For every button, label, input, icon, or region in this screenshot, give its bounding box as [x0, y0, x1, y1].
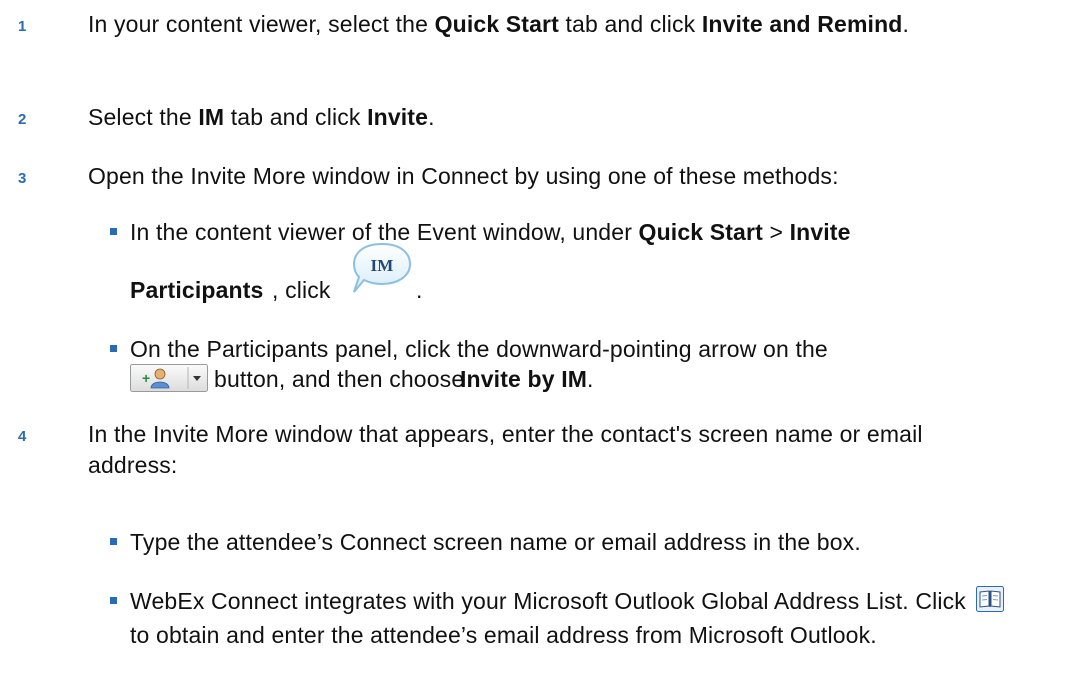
- bullet-text: On the Participants panel, click the dow…: [130, 336, 828, 362]
- bullet-marker: [110, 597, 117, 604]
- add-participant-split-button[interactable]: +: [130, 364, 208, 392]
- step-text: In the Invite More window that appears, …: [88, 421, 923, 478]
- step-number: 3: [18, 170, 27, 187]
- document-page: { "steps": [ { "number": "1", "t1": "In …: [0, 0, 1069, 687]
- step-number: 1: [18, 18, 27, 35]
- step-number: 2: [18, 111, 27, 128]
- svg-text:IM: IM: [371, 256, 394, 275]
- bullet-text: WebEx Connect integrates with your Micro…: [130, 586, 1030, 651]
- click-text: , click: [272, 277, 331, 303]
- bullet-line-with-icon: Participants, click IM .: [130, 242, 1050, 320]
- step-text: In your content viewer, select the Quick…: [88, 11, 910, 37]
- bullet-text: In the content viewer of the Event windo…: [130, 219, 851, 245]
- im-chat-bubble-icon[interactable]: IM: [350, 240, 414, 306]
- bullet-text: Type the attendee’s Connect screen name …: [130, 529, 861, 555]
- bullet-marker: [110, 538, 117, 545]
- step-text: Open the Invite More window in Connect b…: [88, 163, 839, 189]
- bullet-line-with-button-tail: Invite by IM.: [460, 366, 594, 392]
- bullet-marker: [110, 345, 117, 352]
- address-book-icon[interactable]: [976, 586, 1005, 620]
- step-text: Select the IM tab and click Invite.: [88, 104, 435, 130]
- bullet-marker: [110, 228, 117, 235]
- svg-text:+: +: [142, 370, 150, 386]
- invite-participants-text: Participants: [130, 277, 264, 303]
- step-number: 4: [18, 428, 27, 445]
